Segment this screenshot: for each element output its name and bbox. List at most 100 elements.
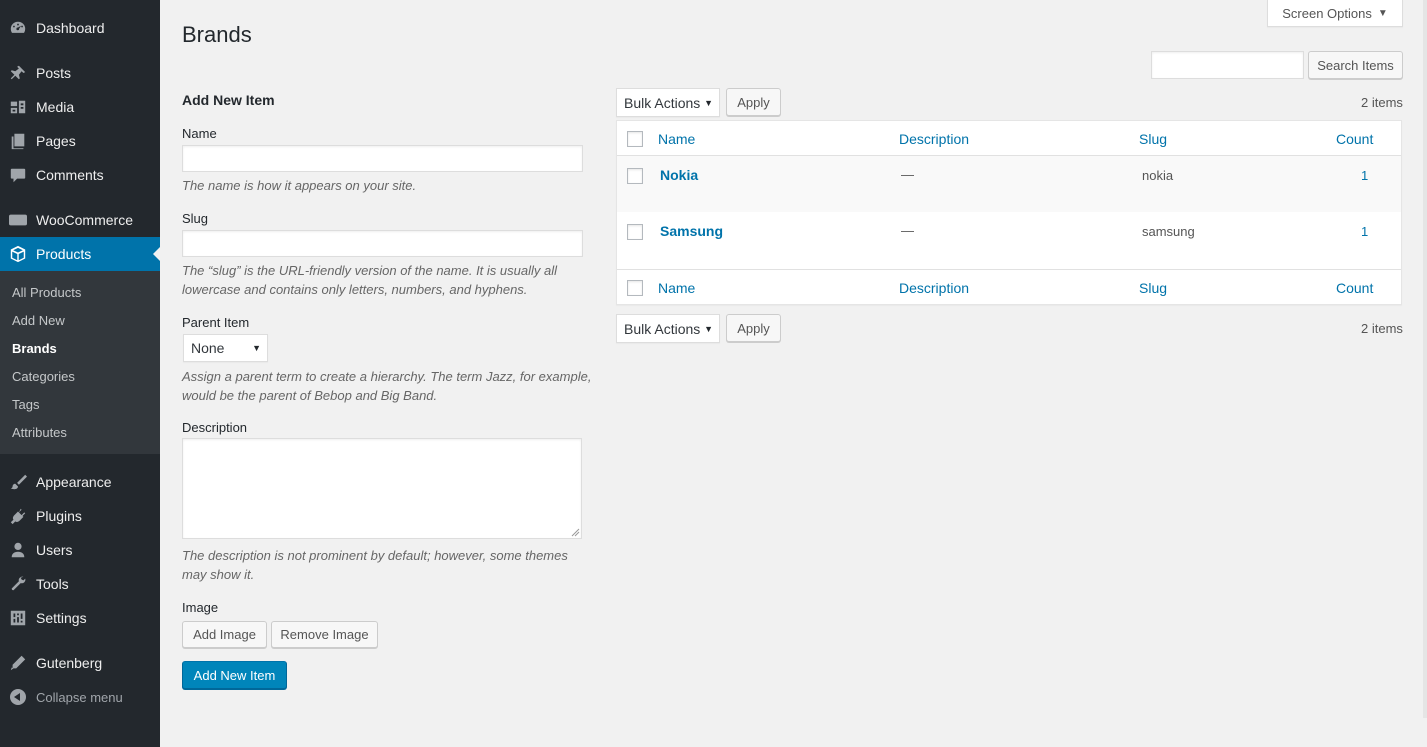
menu-item-gutenberg[interactable]: Gutenberg (0, 646, 160, 680)
menu-label: Dashboard (36, 20, 105, 36)
slug-label: Slug (182, 211, 209, 226)
menu-label: Users (36, 542, 73, 558)
menu-item-plugins[interactable]: Plugins (0, 499, 160, 533)
column-footer-description[interactable]: Description (899, 280, 969, 296)
column-header-count[interactable]: Count (1336, 131, 1373, 147)
image-label: Image (182, 600, 219, 615)
menu-item-products[interactable]: Products (0, 237, 160, 271)
dropdown-arrow-icon: ▼ (704, 97, 713, 108)
products-submenu: All Products Add New Brands Categories T… (0, 271, 160, 454)
term-name-link[interactable]: Samsung (660, 223, 723, 239)
collapse-label: Collapse menu (36, 689, 123, 705)
menu-item-tools[interactable]: Tools (0, 567, 160, 601)
menu-label: Comments (36, 167, 104, 183)
column-footer-count[interactable]: Count (1336, 280, 1373, 296)
user-icon (8, 540, 28, 560)
term-slug: samsung (1142, 224, 1195, 239)
column-header-slug[interactable]: Slug (1139, 131, 1167, 147)
items-count-top: 2 items (1361, 95, 1403, 110)
collapse-menu-button[interactable]: Collapse menu (0, 680, 160, 714)
form-heading: Add New Item (182, 92, 275, 108)
search-items-button[interactable]: Search Items (1308, 51, 1403, 79)
brush-icon (8, 472, 28, 492)
description-textarea[interactable] (182, 438, 582, 539)
media-icon (8, 97, 28, 117)
add-image-button[interactable]: Add Image (182, 621, 267, 648)
column-footer-slug[interactable]: Slug (1139, 280, 1167, 296)
menu-label: Tools (36, 576, 69, 592)
menu-label: Appearance (36, 474, 112, 490)
add-new-item-button[interactable]: Add New Item (182, 661, 287, 689)
column-header-name[interactable]: Name (658, 131, 695, 147)
scrollbar[interactable] (1423, 0, 1427, 718)
term-description: — (901, 223, 914, 238)
remove-image-button[interactable]: Remove Image (271, 621, 378, 648)
menu-item-comments[interactable]: Comments (0, 158, 160, 192)
column-header-description[interactable]: Description (899, 131, 969, 147)
search-input[interactable] (1151, 51, 1304, 79)
select-all-checkbox[interactable] (627, 131, 643, 147)
row-checkbox[interactable] (627, 224, 643, 240)
menu-label: Settings (36, 610, 87, 626)
menu-item-posts[interactable]: Posts (0, 56, 160, 90)
current-menu-arrow (153, 247, 160, 261)
term-description: — (901, 167, 914, 182)
name-label: Name (182, 126, 217, 141)
menu-label: Gutenberg (36, 655, 103, 671)
menu-label: WooCommerce (36, 212, 133, 228)
select-all-checkbox[interactable] (627, 280, 643, 296)
admin-sidebar: Dashboard Posts Media Pages Comments Woo… (0, 0, 160, 747)
menu-item-settings[interactable]: Settings (0, 601, 160, 635)
page-title: Brands (182, 22, 252, 47)
name-field[interactable] (182, 145, 583, 172)
parent-item-label: Parent Item (182, 315, 250, 330)
comment-icon (8, 165, 28, 185)
term-count-link[interactable]: 1 (1361, 224, 1368, 239)
menu-item-woocommerce[interactable]: WooCommerce (0, 203, 160, 237)
bulk-actions-select-bottom[interactable]: Bulk Actions ▼ (616, 314, 720, 343)
description-label: Description (182, 420, 248, 435)
box-icon (8, 244, 28, 264)
plug-icon (8, 506, 28, 526)
apply-button-bottom[interactable]: Apply (726, 314, 781, 342)
menu-label: Pages (36, 133, 76, 149)
menu-item-dashboard[interactable]: Dashboard (0, 11, 160, 45)
slug-field[interactable] (182, 230, 583, 257)
dropdown-arrow-icon: ▼ (704, 323, 713, 334)
menu-item-appearance[interactable]: Appearance (0, 465, 160, 499)
description-help-text: The description is not prominent by defa… (182, 548, 568, 582)
submenu-item-all-products[interactable]: All Products (12, 285, 81, 300)
brands-table: Name Description Slug Count Nokia — noki… (616, 120, 1402, 305)
submenu-item-categories[interactable]: Categories (12, 369, 75, 384)
items-count-bottom: 2 items (1361, 321, 1403, 336)
submenu-item-add-new[interactable]: Add New (12, 313, 65, 328)
menu-item-media[interactable]: Media (0, 90, 160, 124)
menu-label: Plugins (36, 508, 82, 524)
parent-item-select[interactable]: None ▼ (183, 334, 268, 362)
bulk-actions-select-top[interactable]: Bulk Actions ▼ (616, 88, 720, 117)
submenu-item-tags[interactable]: Tags (12, 397, 39, 412)
menu-item-users[interactable]: Users (0, 533, 160, 567)
screen-options-button[interactable]: Screen Options ▼ (1267, 0, 1403, 27)
term-count-link[interactable]: 1 (1361, 168, 1368, 183)
bulk-actions-value: Bulk Actions (624, 320, 701, 337)
table-footer-row: Name Description Slug Count (617, 269, 1401, 304)
submenu-item-brands[interactable]: Brands (12, 341, 57, 356)
parent-help-text: Assign a parent term to create a hierarc… (182, 369, 592, 403)
submenu-item-attributes[interactable]: Attributes (12, 425, 67, 440)
resize-grip-icon[interactable] (571, 528, 580, 537)
menu-label: Products (36, 246, 92, 262)
row-checkbox[interactable] (627, 168, 643, 184)
settings-icon (8, 608, 28, 628)
column-footer-name[interactable]: Name (658, 280, 695, 296)
pin-icon (8, 63, 28, 83)
pen-icon (8, 653, 28, 673)
caret-down-icon: ▼ (1377, 7, 1388, 19)
term-name-link[interactable]: Nokia (660, 167, 698, 183)
slug-help-text: The “slug” is the URL-friendly version o… (182, 263, 557, 297)
apply-button-top[interactable]: Apply (726, 88, 781, 116)
menu-item-pages[interactable]: Pages (0, 124, 160, 158)
bulk-actions-value: Bulk Actions (624, 94, 701, 111)
term-slug: nokia (1142, 168, 1174, 183)
menu-label: Posts (36, 65, 72, 81)
